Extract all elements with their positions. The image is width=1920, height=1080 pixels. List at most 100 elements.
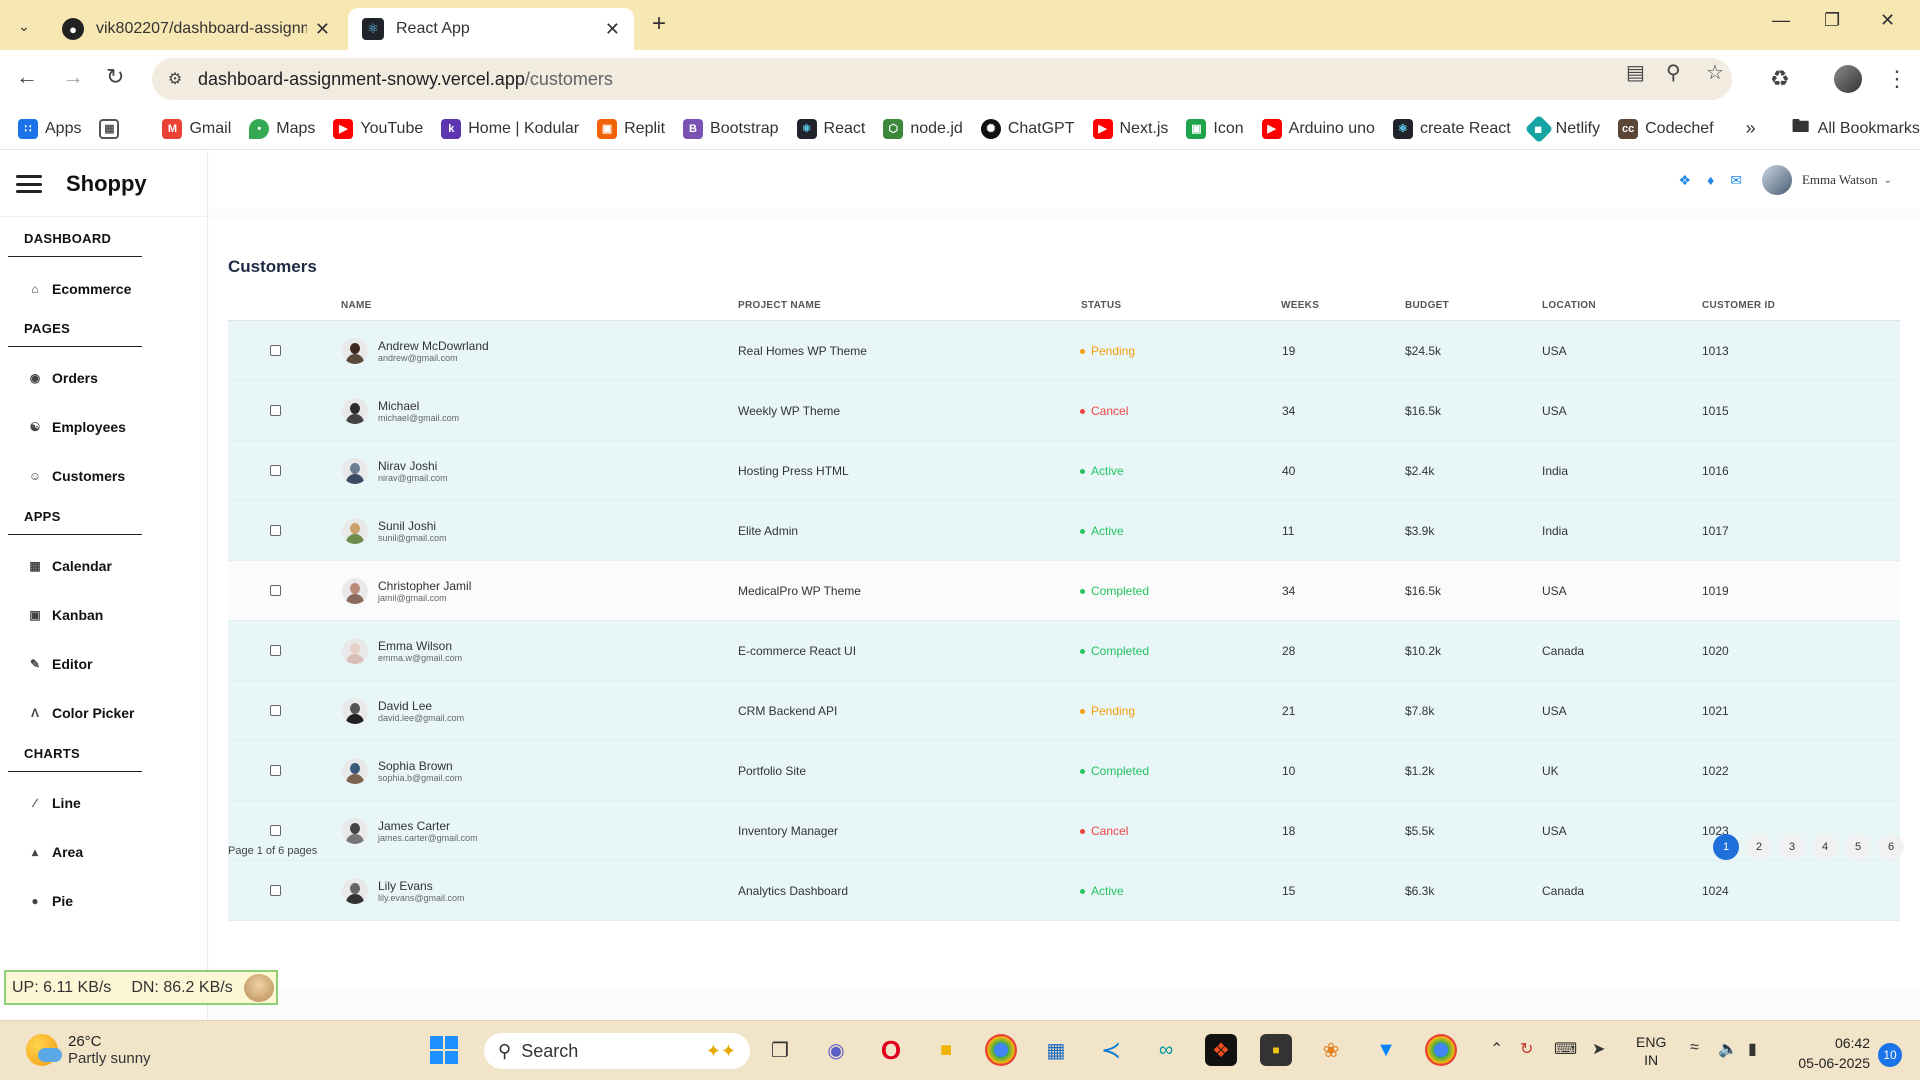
- notification-bell-icon[interactable]: ♦: [1707, 172, 1714, 188]
- app-tile-icon[interactable]: ■: [1260, 1034, 1292, 1066]
- close-window-icon[interactable]: ✕: [1880, 10, 1895, 31]
- sidebar-item-color-picker[interactable]: Λ Color Picker: [28, 705, 135, 721]
- table-row[interactable]: Lily Evans lily.evans@gmail.com Analytics …: [228, 861, 1900, 921]
- table-row[interactable]: Emma Wilson emma.w@gmail.com E-commerce Re…: [228, 621, 1900, 681]
- bookmark-react[interactable]: ⚛ React: [796, 118, 865, 139]
- keyboard-icon[interactable]: ⌨: [1554, 1039, 1577, 1059]
- sidebar-item-editor[interactable]: ✎ Editor: [28, 656, 92, 672]
- page-button[interactable]: 2: [1746, 834, 1772, 860]
- bookmark-nextjs[interactable]: ▶ Next.js: [1092, 118, 1168, 139]
- arduino-icon[interactable]: ∞: [1150, 1034, 1182, 1066]
- column-header[interactable]: WEEKS: [1281, 300, 1319, 311]
- table-row[interactable]: Andrew McDowrland andrew@gmail.com Real Ho…: [228, 321, 1900, 381]
- table-row[interactable]: Christopher Jamil jamil@gmail.com MedicalP…: [228, 561, 1900, 621]
- column-header[interactable]: BUDGET: [1405, 300, 1449, 311]
- row-checkbox[interactable]: [270, 885, 281, 896]
- taskbar-search[interactable]: ⚲ Search ✦✦: [484, 1033, 750, 1069]
- battery-icon[interactable]: ▮: [1748, 1039, 1757, 1059]
- install-app-icon[interactable]: ▤: [1626, 60, 1645, 85]
- row-checkbox[interactable]: [270, 525, 281, 536]
- row-checkbox[interactable]: [270, 405, 281, 416]
- close-tab-icon[interactable]: ✕: [315, 19, 330, 40]
- sidebar-item-pie[interactable]: ● Pie: [28, 893, 73, 909]
- bookmark-gmail[interactable]: M Gmail: [162, 118, 231, 139]
- extensions-puzzle-icon[interactable]: ♻: [1770, 66, 1790, 92]
- column-header[interactable]: NAME: [341, 300, 372, 311]
- row-checkbox[interactable]: [270, 825, 281, 836]
- bookmark-arduino[interactable]: ▶ Arduino uno: [1261, 118, 1375, 139]
- bookmark-replit[interactable]: ▣ Replit: [597, 118, 665, 139]
- bookmark-chatgpt[interactable]: ✺ ChatGPT: [980, 118, 1075, 139]
- row-checkbox[interactable]: [270, 585, 281, 596]
- chrome-menu-icon[interactable]: ⋮: [1886, 66, 1908, 92]
- sidebar-item-ecommerce[interactable]: ⌂ Ecommerce: [28, 281, 131, 297]
- close-tab-icon[interactable]: ✕: [605, 19, 620, 40]
- windows-start-icon[interactable]: [428, 1034, 460, 1066]
- zoom-icon[interactable]: ⚲: [1666, 60, 1681, 85]
- page-button[interactable]: 4: [1812, 834, 1838, 860]
- bookmark-codechef[interactable]: cc Codechef: [1618, 118, 1714, 139]
- notification-count-badge[interactable]: 10: [1878, 1043, 1902, 1067]
- opera-icon[interactable]: O: [875, 1034, 907, 1066]
- back-arrow-icon[interactable]: ←: [16, 64, 38, 90]
- app-store-bag-icon[interactable]: ▼: [1370, 1034, 1402, 1066]
- weather-widget[interactable]: 26°C Partly sunny: [26, 1033, 151, 1067]
- file-explorer-icon[interactable]: ■: [930, 1034, 962, 1066]
- brand-name[interactable]: Shoppy: [66, 171, 147, 197]
- volume-icon[interactable]: 🔈: [1718, 1039, 1738, 1059]
- sidebar-item-line[interactable]: ∕ Line: [28, 795, 81, 811]
- clock[interactable]: 06:42 05-06-2025: [1780, 1033, 1870, 1073]
- teams-meet-icon[interactable]: ◉: [820, 1034, 852, 1066]
- photos-pinwheel-icon[interactable]: ❀: [1315, 1034, 1347, 1066]
- bookmark-star-icon[interactable]: ☆: [1706, 60, 1724, 85]
- browser-tab-github[interactable]: ● vik802207/dashboard-assignme ✕: [48, 8, 344, 50]
- table-row[interactable]: Sunil Joshi sunil@gmail.com Elite Admin Act…: [228, 501, 1900, 561]
- minimize-icon[interactable]: —: [1772, 10, 1790, 31]
- page-button[interactable]: 6: [1878, 834, 1904, 860]
- browser-tab-react-app[interactable]: ⚛ React App ✕: [348, 8, 634, 50]
- sidebar-item-area[interactable]: ▴ Area: [28, 844, 83, 860]
- table-row[interactable]: Sophia Brown sophia.b@gmail.com Portfolio …: [228, 741, 1900, 801]
- bookmark-create-react[interactable]: ⚛ create React: [1392, 118, 1511, 139]
- site-info-icon[interactable]: ⚙: [162, 66, 188, 92]
- restore-icon[interactable]: ❐: [1824, 10, 1840, 31]
- table-row[interactable]: Michael michael@gmail.com Weekly WP Theme C…: [228, 381, 1900, 441]
- column-header[interactable]: LOCATION: [1542, 300, 1596, 311]
- bookmark-youtube[interactable]: ▶ YouTube: [333, 118, 423, 139]
- figma-icon[interactable]: ❖: [1205, 1034, 1237, 1066]
- location-arrow-icon[interactable]: ➤: [1592, 1039, 1605, 1059]
- bookmark-kodular[interactable]: k Home | Kodular: [441, 118, 579, 139]
- wifi-icon[interactable]: ≈: [1690, 1039, 1699, 1057]
- bookmark-netlify[interactable]: ◆ Netlify: [1524, 114, 1600, 143]
- column-header[interactable]: PROJECT NAME: [738, 300, 821, 311]
- sidebar-item-orders[interactable]: ◉ Orders: [28, 370, 98, 386]
- column-header[interactable]: STATUS: [1081, 300, 1121, 311]
- row-checkbox[interactable]: [270, 345, 281, 356]
- tab-search-chevron-icon[interactable]: ⌄: [10, 12, 38, 40]
- forward-arrow-icon[interactable]: →: [62, 64, 84, 90]
- new-tab-plus-icon[interactable]: +: [652, 10, 666, 38]
- row-checkbox[interactable]: [270, 705, 281, 716]
- mail-icon[interactable]: ✉: [1730, 172, 1742, 189]
- chrome-profile-icon[interactable]: [1425, 1034, 1457, 1066]
- chrome-icon[interactable]: [985, 1034, 1017, 1066]
- user-name[interactable]: Emma Watson: [1802, 172, 1878, 188]
- sidebar-item-employees[interactable]: ☯ Employees: [28, 419, 126, 435]
- sync-icon[interactable]: ↻: [1520, 1039, 1533, 1059]
- bookmark-apps[interactable]: ∷ Apps: [18, 118, 81, 139]
- table-row[interactable]: Nirav Joshi nirav@gmail.com Hosting Press …: [228, 441, 1900, 501]
- page-button[interactable]: 3: [1779, 834, 1805, 860]
- language-indicator[interactable]: ENG IN: [1636, 1033, 1666, 1069]
- user-avatar[interactable]: [1761, 165, 1792, 195]
- bookmark-tile-grid[interactable]: ▦: [99, 118, 126, 139]
- sidebar-item-kanban[interactable]: ▣ Kanban: [28, 607, 103, 623]
- tray-chevron-up-icon[interactable]: ⌃: [1490, 1039, 1503, 1059]
- row-checkbox[interactable]: [270, 765, 281, 776]
- table-row[interactable]: David Lee david.lee@gmail.com CRM Backend …: [228, 681, 1900, 741]
- chevron-down-icon[interactable]: ⌄: [1884, 175, 1892, 186]
- reload-icon[interactable]: ↻: [106, 64, 124, 90]
- table-row[interactable]: James Carter james.carter@gmail.com Invent…: [228, 801, 1900, 861]
- all-bookmarks-folder[interactable]: 🖿 All Bookmarks: [1792, 114, 1920, 144]
- sidebar-item-calendar[interactable]: ▦ Calendar: [28, 558, 112, 574]
- page-button[interactable]: 5: [1845, 834, 1871, 860]
